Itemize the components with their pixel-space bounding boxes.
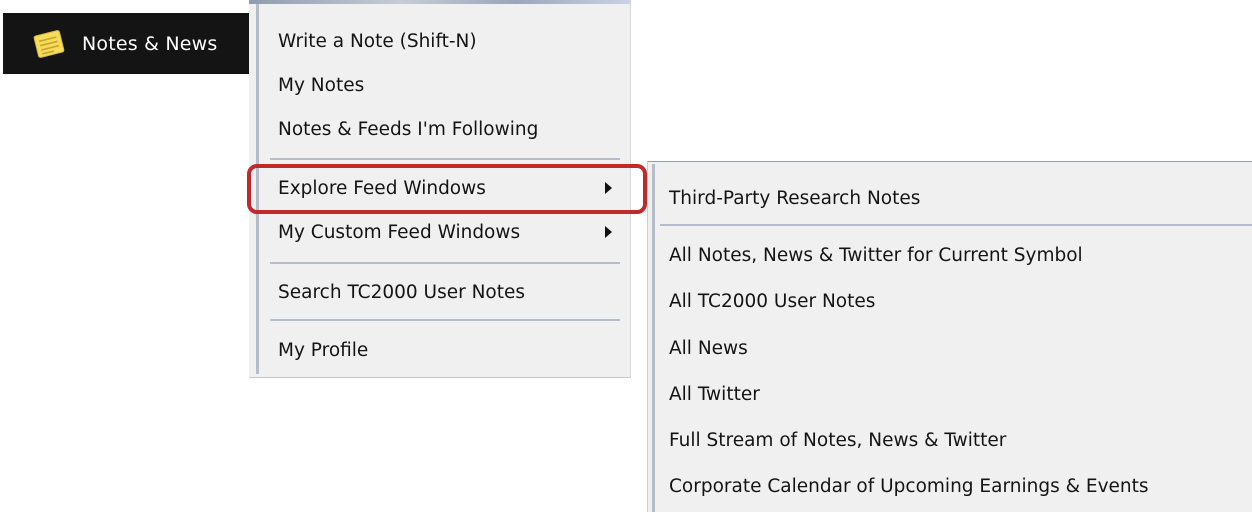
menu-left-rail (256, 4, 259, 374)
menu-separator (270, 319, 620, 321)
menu-item-label: Write a Note (Shift-N) (278, 30, 477, 52)
menu-item-notes-feeds-following[interactable]: Notes & Feeds I'm Following (278, 107, 538, 151)
submenu-item-all-for-current-symbol[interactable]: All Notes, News & Twitter for Current Sy… (669, 233, 1083, 277)
submenu-item-label: All Notes, News & Twitter for Current Sy… (669, 244, 1083, 266)
explore-feed-windows-submenu: Third-Party Research Notes All Notes, Ne… (647, 161, 1252, 512)
notepad-icon (33, 29, 65, 58)
submenu-arrow-icon (605, 226, 612, 238)
menu-item-explore-feed-windows[interactable]: Explore Feed Windows (278, 166, 486, 210)
menu-item-my-custom-feed-windows[interactable]: My Custom Feed Windows (278, 210, 520, 254)
submenu-item-full-stream[interactable]: Full Stream of Notes, News & Twitter (669, 418, 1006, 462)
submenu-item-label: Full Stream of Notes, News & Twitter (669, 429, 1007, 451)
menu-item-label: My Profile (278, 339, 369, 361)
submenu-item-third-party-research[interactable]: Third-Party Research Notes (669, 176, 920, 220)
submenu-left-rail (652, 164, 655, 512)
menu-top-strip (249, 0, 630, 4)
menu-item-label: Notes & Feeds I'm Following (278, 118, 539, 140)
submenu-item-all-twitter[interactable]: All Twitter (669, 372, 760, 416)
submenu-item-label: All News (669, 337, 748, 359)
menu-separator (270, 262, 620, 264)
notes-and-news-button[interactable]: Notes & News (3, 13, 249, 74)
submenu-item-label: All TC2000 User Notes (669, 290, 876, 312)
submenu-item-corporate-calendar[interactable]: Corporate Calendar of Upcoming Earnings … (669, 464, 1149, 508)
menu-item-search-user-notes[interactable]: Search TC2000 User Notes (278, 270, 525, 314)
menu-item-my-profile[interactable]: My Profile (278, 328, 368, 372)
submenu-item-all-user-notes[interactable]: All TC2000 User Notes (669, 279, 875, 323)
menu-separator (270, 158, 620, 160)
submenu-item-label: Third-Party Research Notes (669, 187, 921, 209)
submenu-separator (660, 224, 1252, 226)
menu-item-write-a-note[interactable]: Write a Note (Shift-N) (278, 19, 477, 63)
submenu-item-label: Corporate Calendar of Upcoming Earnings … (669, 475, 1149, 497)
menu-item-label: My Custom Feed Windows (278, 221, 521, 243)
menu-item-my-notes[interactable]: My Notes (278, 63, 364, 107)
screenshot-stage: Notes & News Write a Note (Shift-N) My N… (0, 0, 1252, 512)
notes-and-news-label: Notes & News (82, 32, 218, 55)
menu-item-label: Explore Feed Windows (278, 177, 486, 199)
submenu-item-label: All Twitter (669, 383, 760, 405)
menu-item-label: Search TC2000 User Notes (278, 281, 526, 303)
menu-item-label: My Notes (278, 74, 365, 96)
submenu-item-all-news[interactable]: All News (669, 326, 748, 370)
notes-news-dropdown-menu: Write a Note (Shift-N) My Notes Notes & … (249, 0, 631, 378)
submenu-arrow-icon (605, 182, 612, 194)
